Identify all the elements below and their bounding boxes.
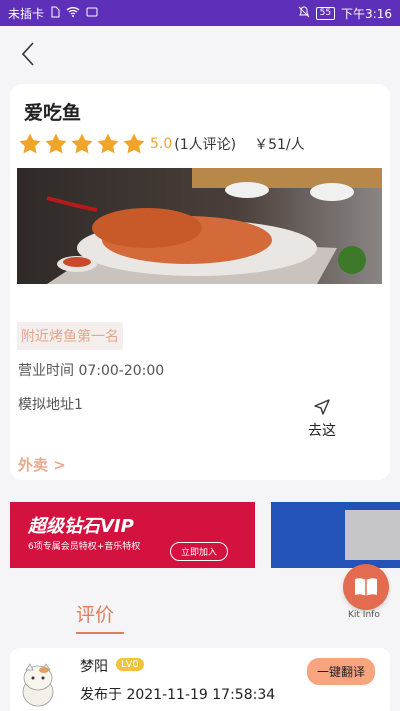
carrier-text: 未插卡 bbox=[8, 6, 45, 21]
wifi-icon bbox=[66, 6, 80, 20]
review-count[interactable]: (1人评论) bbox=[174, 134, 236, 154]
navigate-label: 去这 bbox=[308, 423, 336, 439]
reviewer-name: 梦阳 bbox=[80, 659, 108, 675]
star-icon bbox=[97, 133, 119, 154]
star-icon bbox=[123, 133, 145, 154]
back-button[interactable] bbox=[16, 42, 40, 66]
navigate-button[interactable]: 去这 bbox=[302, 398, 342, 440]
notification-icon bbox=[86, 6, 98, 20]
review-date: 发布于 2021-11-19 17:58:34 bbox=[80, 687, 276, 703]
ranking-tag: 附近烤鱼第一名 bbox=[17, 322, 123, 350]
rating-row: 5.0 (1人评论) ￥51/人 bbox=[18, 132, 305, 156]
star-rating bbox=[18, 132, 146, 156]
address: 模拟地址1 bbox=[18, 397, 83, 413]
battery-icon: 55 bbox=[315, 6, 336, 20]
kit-info-button[interactable] bbox=[343, 564, 389, 610]
status-bar: 未插卡 55 下午3:16 bbox=[0, 0, 400, 26]
restaurant-card: 爱吃鱼 5.0 (1人评论) ￥51/人 附近烤鱼第一名 营业时间 07:00-… bbox=[10, 84, 390, 480]
avatar bbox=[20, 662, 56, 708]
average-price: ￥51/人 bbox=[254, 137, 305, 153]
secondary-banner[interactable] bbox=[271, 502, 400, 568]
translate-button[interactable]: 一键翻译 bbox=[307, 658, 376, 685]
business-hours: 营业时间 07:00-20:00 bbox=[18, 363, 165, 379]
book-icon bbox=[355, 578, 377, 596]
vip-banner[interactable]: 超级钻石VIP 6项专属会员特权+音乐特权 立即加入 bbox=[10, 502, 255, 568]
navigation-arrow-icon bbox=[314, 399, 330, 415]
review-item: 梦阳 LV0 发布于 2021-11-19 17:58:34 一键翻译 bbox=[10, 648, 390, 711]
restaurant-name: 爱吃鱼 bbox=[24, 102, 82, 124]
star-icon bbox=[71, 133, 93, 154]
restaurant-photo bbox=[17, 168, 382, 284]
vip-banner-subtitle: 6项专属会员特权+音乐特权 bbox=[28, 542, 141, 552]
vip-join-button[interactable]: 立即加入 bbox=[170, 542, 229, 561]
rating-score: 5.0 bbox=[150, 136, 173, 152]
takeout-link[interactable]: 外卖 > bbox=[18, 454, 66, 475]
star-icon bbox=[45, 133, 67, 154]
mute-icon bbox=[298, 5, 310, 21]
fish-dish-image bbox=[17, 168, 382, 284]
kit-info-label: Kit Info bbox=[348, 610, 380, 620]
chevron-left-icon bbox=[21, 42, 34, 66]
clock-text: 下午3:16 bbox=[341, 6, 392, 21]
banner-image bbox=[345, 510, 400, 560]
section-underline bbox=[76, 632, 124, 634]
level-badge: LV0 bbox=[116, 658, 144, 671]
reviews-section-title: 评价 bbox=[76, 604, 115, 626]
star-icon bbox=[19, 133, 41, 154]
vip-banner-title: 超级钻石VIP bbox=[28, 516, 134, 537]
sim-icon bbox=[50, 6, 60, 21]
